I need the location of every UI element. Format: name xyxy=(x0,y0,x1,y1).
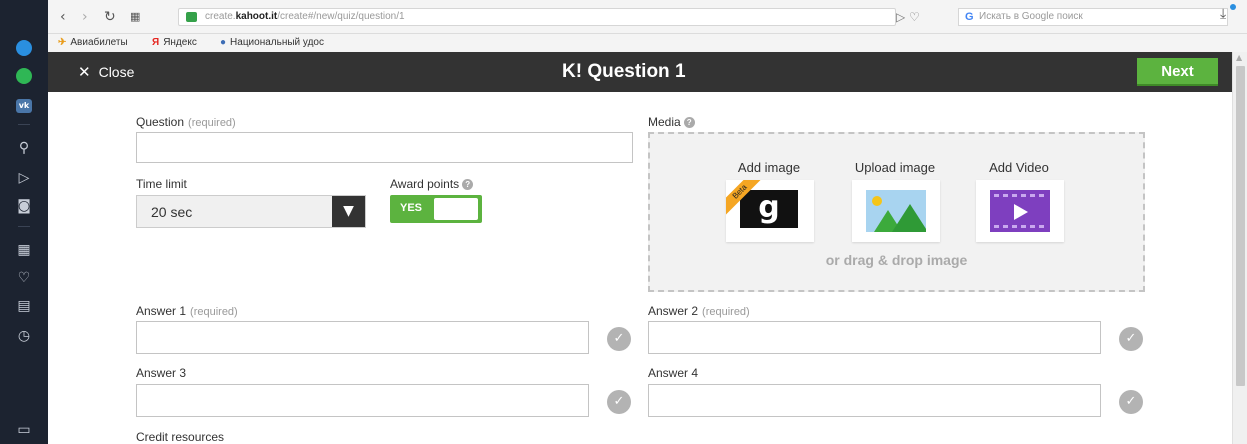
reload-icon[interactable]: ↻ xyxy=(104,9,116,25)
page-title: K! Question 1 xyxy=(562,61,686,82)
plane-icon: ✈ xyxy=(58,37,67,48)
url-prefix: create. xyxy=(205,11,236,22)
answer-1-input[interactable] xyxy=(136,321,589,354)
url-path: /create#/new/quiz/question/1 xyxy=(277,11,405,22)
answer-3-label: Answer 3 xyxy=(136,366,187,380)
flow-send-icon[interactable]: ▷ xyxy=(12,168,36,188)
google-icon: G xyxy=(965,11,974,23)
globe-icon: ● xyxy=(220,37,227,48)
close-label: Close xyxy=(98,64,135,80)
add-image-tile[interactable]: g Beta xyxy=(726,180,814,242)
add-image-label: Add image xyxy=(737,160,801,175)
add-video-label: Add Video xyxy=(989,160,1049,175)
answer-4-label: Answer 4 xyxy=(648,366,699,380)
url-host: kahoot.it xyxy=(235,11,278,22)
send-and-heart-icon[interactable]: ▷ ♡ xyxy=(896,10,920,24)
download-icon[interactable]: ⤓ xyxy=(1220,4,1236,22)
correct-answer-2-toggle-icon[interactable]: ✓ xyxy=(1119,327,1143,351)
heart-icon[interactable]: ♡ xyxy=(12,268,36,288)
landscape-image-icon xyxy=(866,190,926,232)
browser-toolbar: ‹ › ↻ ▦ create.kahoot.it/create#/new/qui… xyxy=(48,0,1247,34)
scrollbar-thumb[interactable] xyxy=(1236,66,1245,386)
credit-resources-label[interactable]: Credit resources xyxy=(136,430,224,444)
lock-icon xyxy=(186,12,197,22)
time-limit-value: 20 sec xyxy=(151,204,193,220)
media-label: Media? xyxy=(648,115,695,129)
video-play-icon xyxy=(990,190,1050,232)
history-icon[interactable]: ◷ xyxy=(12,326,36,346)
search-placeholder: Искать в Google поиск xyxy=(979,11,1083,22)
camera-icon[interactable]: ◙ xyxy=(12,196,36,216)
browser-sidebar: vk ⚲ ▷ ◙ ▦ ♡ ▤ ◷ ▭ xyxy=(0,0,48,444)
add-video-tile[interactable] xyxy=(976,180,1064,242)
answer-2-label: Answer 2 (required) xyxy=(648,304,750,318)
chevron-down-icon: ▼ xyxy=(332,196,365,227)
bookmark-item[interactable]: Я Яндекс xyxy=(152,34,197,52)
close-button[interactable]: ✕ Close xyxy=(78,63,134,81)
award-points-toggle[interactable]: YES xyxy=(390,195,482,223)
answer-1-label: Answer 1 (required) xyxy=(136,304,238,318)
upload-image-tile[interactable] xyxy=(852,180,940,242)
search-icon[interactable]: ⚲ xyxy=(12,138,36,158)
yandex-icon: Я xyxy=(152,37,160,48)
close-icon: ✕ xyxy=(78,63,91,81)
toggle-label: YES xyxy=(400,202,423,214)
upload-image-label: Upload image xyxy=(854,160,936,175)
messenger-icon[interactable] xyxy=(12,38,36,58)
sidebar-divider xyxy=(18,124,30,125)
upload-image-option[interactable]: Upload image xyxy=(852,160,950,242)
question-label: Question (required) xyxy=(136,115,236,129)
correct-answer-3-toggle-icon[interactable]: ✓ xyxy=(607,390,631,414)
correct-answer-1-toggle-icon[interactable]: ✓ xyxy=(607,327,631,351)
add-video-option[interactable]: Add Video xyxy=(976,160,1074,242)
back-icon[interactable]: ‹ xyxy=(60,9,66,25)
time-limit-label: Time limit xyxy=(136,177,187,191)
bookmark-item[interactable]: ● Национальный удос xyxy=(220,34,324,52)
add-image-option[interactable]: Add image g Beta xyxy=(726,160,824,242)
correct-answer-4-toggle-icon[interactable]: ✓ xyxy=(1119,390,1143,414)
time-limit-select[interactable]: 20 sec ▼ xyxy=(136,195,366,228)
sidebar-toggle-icon[interactable]: ▭ xyxy=(12,420,36,440)
bookmarks-bar: ✈ Авиабилеты Я Яндекс ● Национальный удос xyxy=(48,34,1247,52)
answer-3-input[interactable] xyxy=(136,384,589,417)
award-points-label: Award points? xyxy=(390,177,474,191)
whatsapp-icon[interactable] xyxy=(12,66,36,86)
bookmark-item[interactable]: ✈ Авиабилеты xyxy=(58,34,128,52)
getty-logo-icon: g xyxy=(740,190,798,228)
page-scrollbar[interactable]: ▲ xyxy=(1232,52,1247,444)
help-icon[interactable]: ? xyxy=(462,179,474,191)
vk-icon[interactable]: vk xyxy=(12,94,36,114)
answer-2-input[interactable] xyxy=(648,321,1101,354)
address-bar[interactable]: create.kahoot.it/create#/new/quiz/questi… xyxy=(178,8,896,26)
answer-4-input[interactable] xyxy=(648,384,1101,417)
speed-dial-icon[interactable]: ▦ xyxy=(130,9,140,25)
scroll-up-icon[interactable]: ▲ xyxy=(1236,53,1242,62)
media-dropzone[interactable]: Add image g Beta Upload image Add Video … xyxy=(648,132,1145,292)
forward-icon[interactable]: › xyxy=(82,9,88,25)
news-icon[interactable]: ▤ xyxy=(12,296,36,316)
next-button[interactable]: Next xyxy=(1137,58,1218,86)
search-input[interactable]: G Искать в Google поиск xyxy=(958,8,1228,26)
help-icon[interactable]: ? xyxy=(683,117,695,129)
drag-drop-hint: or drag & drop image xyxy=(825,252,968,268)
question-input[interactable] xyxy=(136,132,633,163)
speed-dial-icon[interactable]: ▦ xyxy=(12,240,36,260)
kahoot-header: ✕ Close K! Question 1 Next xyxy=(48,52,1232,92)
sidebar-divider xyxy=(18,226,30,227)
toggle-knob xyxy=(434,198,478,220)
